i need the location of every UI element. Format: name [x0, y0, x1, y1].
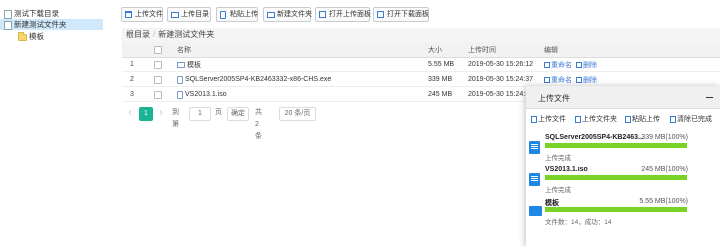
- breadcrumb-separator: /: [153, 30, 156, 39]
- clipboard-icon: [625, 115, 631, 123]
- goto-label: 到第: [172, 109, 179, 128]
- tree-item-label: 模板: [29, 32, 44, 41]
- upload-item: VS2013.1.iso 245 MB(100%) 上传完成: [526, 164, 720, 200]
- new-folder-button[interactable]: 新建文件夹: [263, 7, 312, 22]
- breadcrumb-root[interactable]: 根目录: [126, 30, 150, 39]
- per-page-select[interactable]: 20 条/页: [279, 107, 316, 121]
- tree-item-download-dir[interactable]: 测试下载目录: [4, 8, 59, 19]
- upload-file-button[interactable]: 上传文件: [121, 7, 163, 22]
- delete-link[interactable]: 删除: [576, 60, 597, 70]
- confirm-button[interactable]: 确定: [227, 107, 249, 121]
- document-icon: [4, 20, 12, 30]
- panel-upload-dir-button[interactable]: 上传文件夹: [575, 113, 617, 125]
- trash-icon: [576, 76, 582, 83]
- file-size: 245 MB: [428, 91, 453, 98]
- edit-icon: [544, 76, 550, 83]
- table-header: 名称 大小 上传时间 编辑: [122, 42, 720, 58]
- file-icon: [529, 141, 540, 154]
- document-icon: [4, 9, 12, 19]
- file-icon: [177, 75, 183, 84]
- upload-panel-title: 上传文件: [538, 94, 570, 103]
- select-all-checkbox[interactable]: [152, 42, 164, 57]
- upload-time: 2019-05-30 15:26:12: [468, 61, 533, 68]
- total-count: 共 2 条: [255, 109, 262, 140]
- file-icon: [177, 90, 183, 99]
- delete-link[interactable]: 删除: [576, 75, 597, 85]
- breadcrumb: 根目录 / 新建测试文件夹: [122, 28, 720, 42]
- clipboard-icon: [220, 11, 226, 19]
- file-icon: [531, 115, 537, 123]
- open-download-panel-button[interactable]: 打开下载面板: [373, 7, 429, 22]
- folder-tree: 测试下载目录 新建测试文件夹 模板: [0, 0, 107, 247]
- header-name[interactable]: 名称: [177, 42, 422, 57]
- page-input[interactable]: 1: [189, 107, 211, 121]
- minimize-icon[interactable]: [706, 97, 713, 98]
- file-name[interactable]: VS2013.1.iso: [177, 88, 422, 101]
- row-checkbox[interactable]: [152, 88, 164, 101]
- upload-item-size: 339 MB(100%): [641, 134, 688, 141]
- edit-icon: [544, 61, 550, 68]
- upload-item: SQLServer2005SP4-KB2463... 339 MB(100%) …: [526, 132, 720, 168]
- open-upload-panel-button[interactable]: 打开上传面板: [315, 7, 371, 22]
- page-unit-label: 页: [215, 109, 222, 116]
- file-name[interactable]: 模板: [177, 58, 422, 71]
- table-row[interactable]: 2 SQLServer2005SP4-KB2463332-x86-CHS.exe…: [122, 73, 720, 87]
- upload-dir-button[interactable]: 上传目录: [167, 7, 211, 22]
- upload-progress-bar: [545, 143, 687, 148]
- panel-paste-upload-button[interactable]: 粘贴上传: [625, 113, 660, 125]
- header-size[interactable]: 大小: [428, 42, 468, 57]
- header-time[interactable]: 上传时间: [468, 42, 543, 57]
- next-page-button[interactable]: ›: [156, 107, 166, 121]
- upload-item: 模板 5.55 MB(100%) 文件数：14，成功：14: [526, 196, 720, 232]
- panel-icon: [377, 11, 384, 18]
- upload-item-status: 上传完成: [545, 187, 571, 194]
- tree-item-label: 新建测试文件夹: [14, 20, 67, 29]
- folder-icon: [177, 61, 185, 68]
- panel-upload-file-button[interactable]: 上传文件: [531, 113, 566, 125]
- trash-icon: [576, 61, 582, 68]
- folder-icon: [171, 12, 179, 18]
- upload-item-status: 上传完成: [545, 155, 571, 162]
- table-row[interactable]: 1 模板 5.55 MB 2019-05-30 15:26:12 重命名 删除: [122, 58, 720, 72]
- upload-item-name: VS2013.1.iso: [545, 166, 588, 173]
- file-name[interactable]: SQLServer2005SP4-KB2463332-x86-CHS.exe: [177, 73, 422, 86]
- file-icon: [529, 173, 540, 186]
- upload-panel-header: 上传文件: [526, 86, 720, 109]
- file-size: 339 MB: [428, 76, 453, 83]
- upload-item-status: 文件数：14，成功：14: [545, 219, 612, 226]
- row-actions: 重命名 删除: [544, 73, 614, 86]
- upload-item-name: SQLServer2005SP4-KB2463...: [545, 134, 644, 141]
- prev-page-button[interactable]: ‹: [125, 107, 135, 121]
- clear-completed-button[interactable]: 清除已完成: [670, 113, 712, 125]
- folder-icon: [18, 31, 27, 41]
- file-size: 5.55 MB: [428, 61, 455, 68]
- row-number: 1: [130, 61, 134, 68]
- tree-item-new-test-folder[interactable]: 新建测试文件夹: [0, 19, 103, 30]
- folder-icon: [529, 206, 542, 216]
- upload-icon: [125, 11, 132, 18]
- clear-icon: [670, 115, 676, 123]
- rename-link[interactable]: 重命名: [544, 60, 572, 70]
- upload-item-size: 245 MB(100%): [641, 166, 688, 173]
- upload-time: 2019-05-30 15:24:37: [468, 76, 533, 83]
- panel-icon: [319, 11, 326, 18]
- rename-link[interactable]: 重命名: [544, 75, 572, 85]
- tree-item-label: 测试下载目录: [14, 9, 59, 18]
- paste-upload-button[interactable]: 粘贴上传: [216, 7, 258, 22]
- row-checkbox[interactable]: [152, 58, 164, 71]
- breadcrumb-current: 新建测试文件夹: [158, 30, 215, 39]
- upload-panel: 上传文件 上传文件 上传文件夹 粘贴上传 清除已完成 SQLServer2005…: [526, 86, 720, 247]
- upload-progress-bar: [545, 207, 687, 212]
- row-number: 3: [130, 91, 134, 98]
- folder-plus-icon: [267, 12, 275, 18]
- header-edit: 编辑: [544, 46, 558, 54]
- upload-progress-bar: [545, 175, 687, 180]
- row-actions: 重命名 删除: [544, 58, 614, 71]
- row-checkbox[interactable]: [152, 73, 164, 86]
- upload-item-size: 5.55 MB(100%): [639, 198, 688, 205]
- page-1-button[interactable]: 1: [139, 107, 153, 121]
- tree-item-template[interactable]: 模板: [18, 31, 44, 42]
- row-number: 2: [130, 76, 134, 83]
- folder-icon: [575, 115, 581, 123]
